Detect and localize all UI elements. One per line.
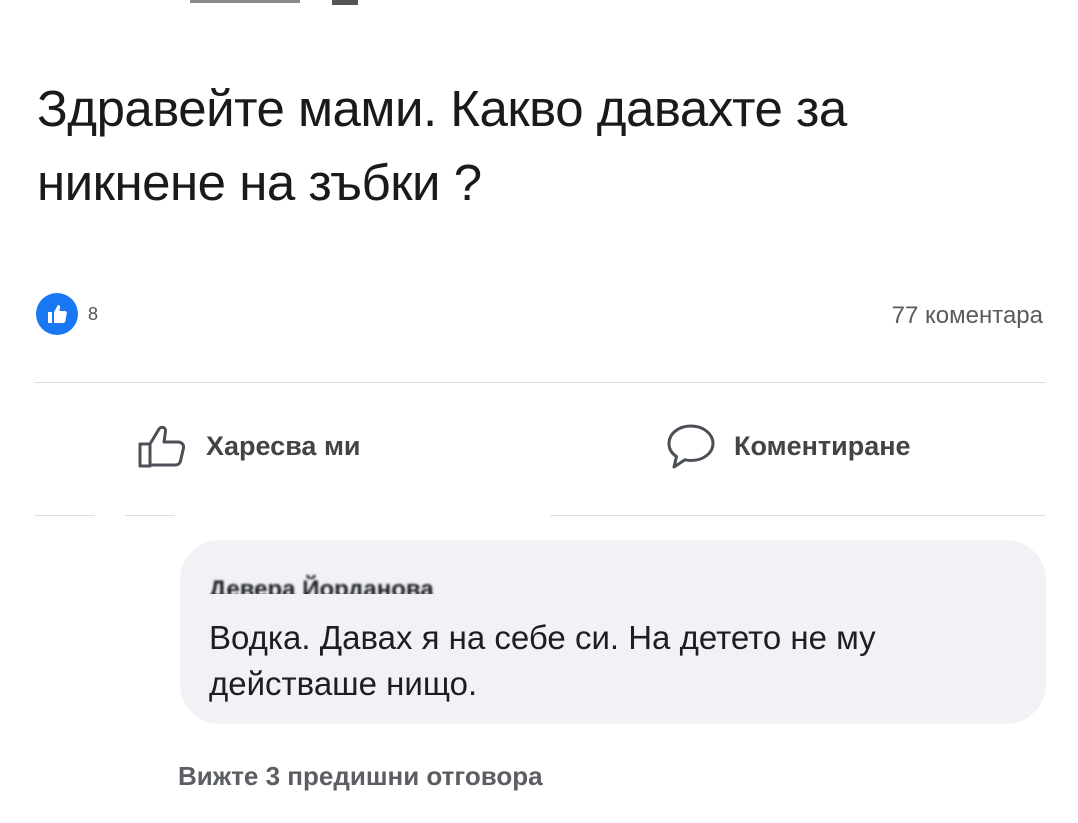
comment-author-label: Деверa Йорданова xyxy=(209,576,434,595)
post-text: Здравейте мами. Какво давахте за никнене… xyxy=(37,80,847,211)
speech-bubble-icon xyxy=(664,421,718,471)
comment-text: Водка. Давах я на себе си. На детето не … xyxy=(209,619,876,702)
top-cropped-fragment xyxy=(190,0,360,6)
comment-author-name[interactable]: Деверa Йорданова xyxy=(209,572,539,595)
like-button[interactable]: Харесва ми xyxy=(136,418,361,474)
reactions-summary[interactable]: 8 xyxy=(36,290,98,338)
view-previous-replies-link[interactable]: Вижте 3 предишни отговора xyxy=(178,761,543,792)
thumbs-up-outline-icon xyxy=(136,422,190,470)
comment-button[interactable]: Коментиране xyxy=(664,418,911,474)
divider-bottom-left xyxy=(35,515,95,516)
reaction-count: 8 xyxy=(88,303,99,324)
divider-bottom-right xyxy=(550,515,1045,516)
comment-count-link[interactable]: 77 коментара xyxy=(892,302,1043,330)
like-button-label: Харесва ми xyxy=(206,430,361,461)
comment-button-label: Коментиране xyxy=(734,430,911,461)
divider-top xyxy=(35,382,1045,383)
thumbs-up-icon xyxy=(36,293,78,335)
divider-bottom-mid xyxy=(125,515,175,516)
